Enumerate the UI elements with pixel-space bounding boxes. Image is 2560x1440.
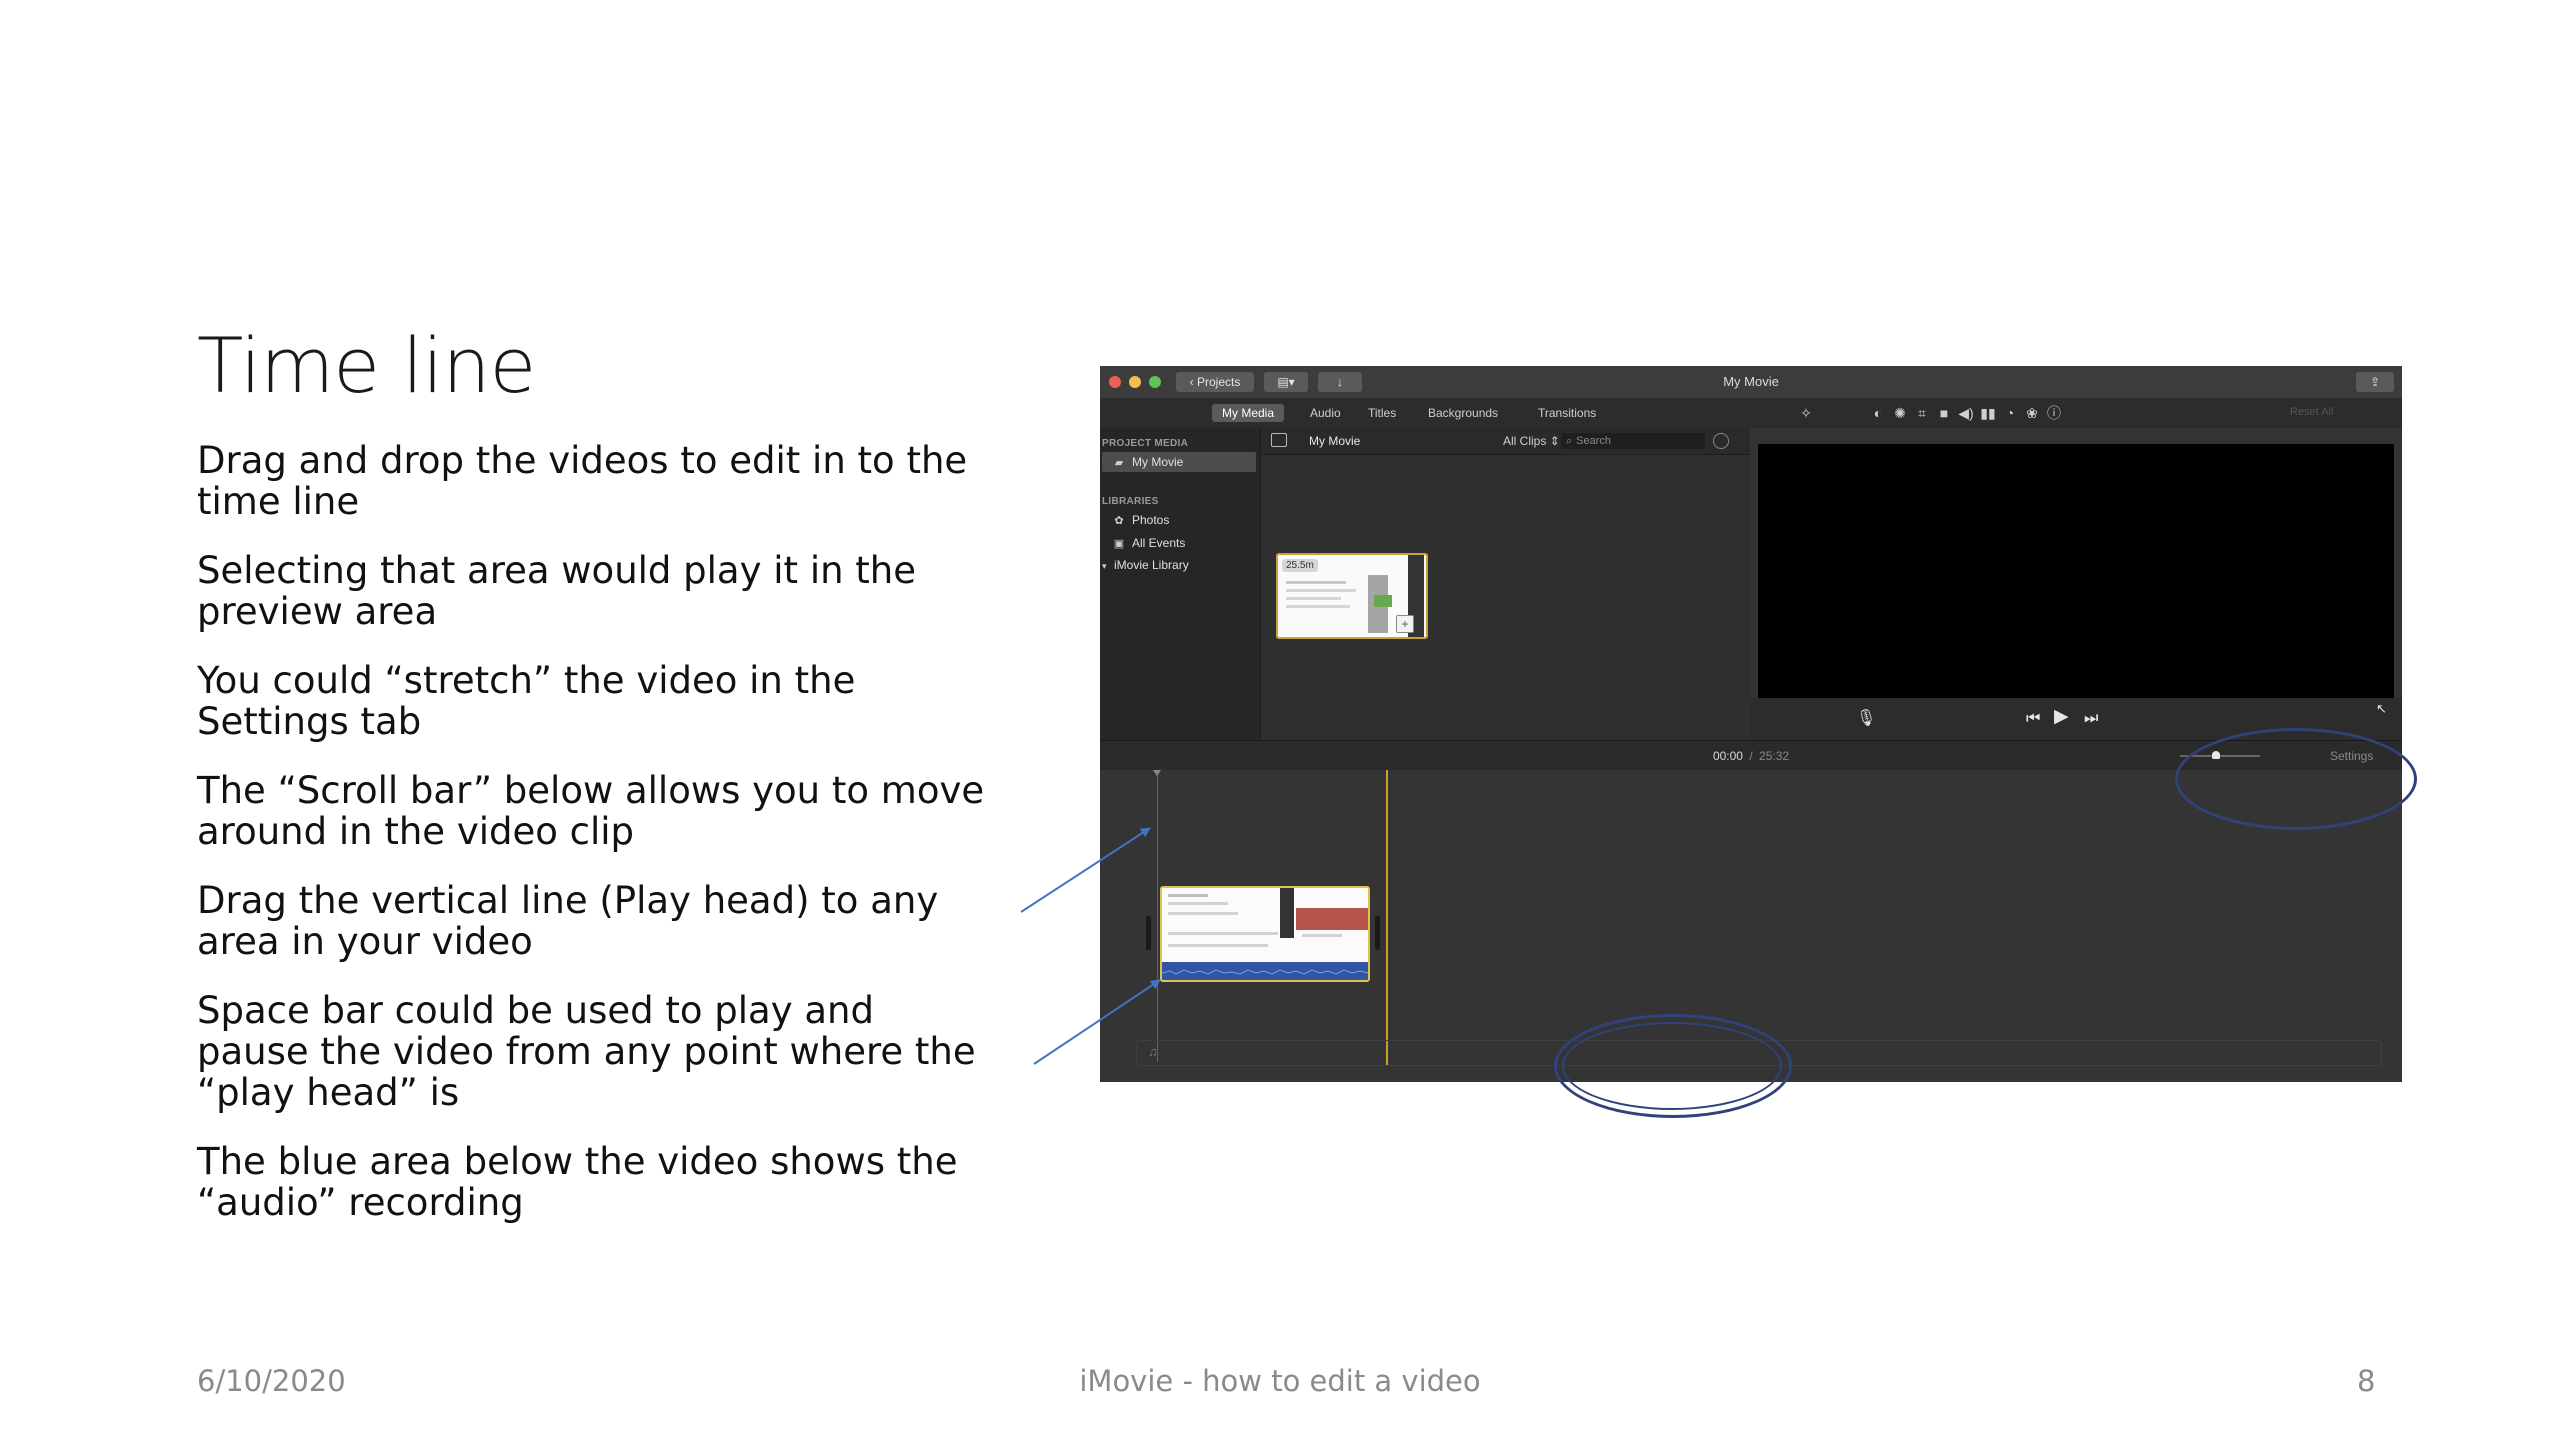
scrollbar-callout-inner-ellipse bbox=[1562, 1022, 1782, 1110]
settings-callout-ellipse bbox=[2175, 728, 2417, 830]
arrow-to-playhead bbox=[1020, 827, 1151, 913]
arrow-to-audio-track bbox=[1033, 979, 1161, 1065]
annotation-layer bbox=[1020, 827, 1161, 1065]
